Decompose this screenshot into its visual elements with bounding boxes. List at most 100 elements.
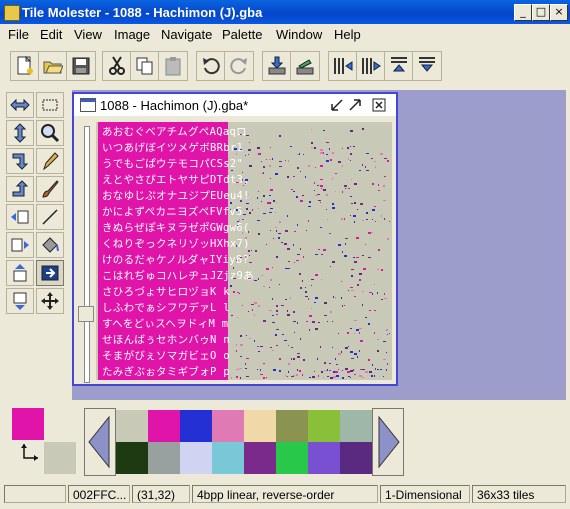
brush-icon[interactable]	[36, 176, 64, 202]
palette-color-cell[interactable]	[244, 410, 276, 442]
rotate-left-icon[interactable]	[6, 204, 34, 230]
redo-icon[interactable]	[224, 51, 254, 81]
rotate-up-icon[interactable]	[6, 260, 34, 286]
increase-height-icon[interactable]	[412, 51, 442, 81]
noise-pixel	[387, 238, 389, 240]
menu-edit[interactable]: Edit	[40, 27, 62, 42]
cut-icon[interactable]	[102, 51, 132, 81]
palette-color-cell[interactable]	[308, 410, 340, 442]
noise-pixel	[296, 196, 298, 198]
maximize-button[interactable]: □	[532, 4, 550, 21]
palette-color-cell[interactable]	[180, 410, 212, 442]
fill-bucket-icon[interactable]	[36, 232, 64, 258]
noise-pixel	[258, 191, 259, 192]
palette-color-cell[interactable]	[244, 442, 276, 474]
flip-icon[interactable]	[6, 176, 34, 202]
rotate-down-icon[interactable]	[6, 288, 34, 314]
noise-pixel	[270, 279, 272, 281]
palette-color-cell[interactable]	[116, 410, 148, 442]
rotate-right-icon[interactable]	[6, 232, 34, 258]
noise-pixel	[386, 369, 387, 371]
background-color-swatch[interactable]	[44, 442, 76, 474]
noise-pixel	[389, 333, 390, 334]
palette-color-cell[interactable]	[276, 442, 308, 474]
zoom-icon[interactable]	[36, 120, 64, 146]
palette-color-cell[interactable]	[212, 442, 244, 474]
noise-pixel	[351, 358, 354, 359]
noise-pixel	[351, 203, 353, 204]
noise-pixel	[326, 209, 327, 210]
palette-color-cell[interactable]	[340, 442, 372, 474]
noise-pixel	[323, 377, 324, 378]
palette-next-button[interactable]	[372, 408, 404, 476]
open-file-icon[interactable]	[38, 51, 68, 81]
noise-pixel	[342, 191, 343, 193]
close-frame-icon[interactable]	[372, 98, 386, 112]
palette-color-cell[interactable]	[340, 410, 372, 442]
noise-pixel	[239, 368, 242, 369]
increase-width-icon[interactable]	[356, 51, 386, 81]
noise-pixel	[348, 158, 349, 160]
new-file-icon[interactable]	[10, 51, 40, 81]
pencil-icon[interactable]	[36, 148, 64, 174]
decrease-height-icon[interactable]	[384, 51, 414, 81]
noise-pixel	[245, 179, 248, 181]
palette-color-cell[interactable]	[116, 442, 148, 474]
noise-pixel	[356, 329, 359, 331]
noise-pixel	[342, 377, 344, 379]
noise-pixel	[300, 248, 301, 250]
noise-pixel	[288, 363, 290, 365]
palette-color-cell[interactable]	[308, 442, 340, 474]
menu-file[interactable]: File	[8, 27, 29, 42]
copy-icon[interactable]	[130, 51, 160, 81]
menu-image[interactable]: Image	[114, 27, 150, 42]
noise-pixel	[365, 317, 367, 318]
noise-pixel	[273, 200, 275, 202]
line-icon[interactable]	[36, 204, 64, 230]
shift-horizontal-icon[interactable]	[6, 92, 34, 118]
noise-pixel	[269, 165, 271, 167]
palette-color-cell[interactable]	[148, 442, 180, 474]
maximize-frame-icon[interactable]	[348, 98, 362, 112]
noise-pixel	[336, 375, 339, 377]
color-picker-icon[interactable]	[36, 260, 64, 286]
noise-pixel	[240, 335, 242, 337]
save-icon[interactable]	[66, 51, 96, 81]
selection-icon[interactable]	[36, 92, 64, 118]
zoom-slider-thumb[interactable]	[78, 306, 94, 322]
import-icon[interactable]	[262, 51, 292, 81]
menu-help[interactable]: Help	[334, 27, 361, 42]
foreground-color-swatch[interactable]	[12, 408, 44, 440]
noise-pixel	[368, 323, 370, 325]
move-icon[interactable]	[36, 288, 64, 314]
undo-icon[interactable]	[196, 51, 226, 81]
noise-pixel	[315, 254, 318, 255]
noise-pixel	[276, 230, 277, 232]
palette-color-cell[interactable]	[180, 442, 212, 474]
paste-icon[interactable]	[158, 51, 188, 81]
mirror-icon[interactable]	[6, 148, 34, 174]
minimize-frame-icon[interactable]	[330, 98, 344, 112]
noise-pixel	[236, 350, 237, 352]
palette-color-cell[interactable]	[148, 410, 180, 442]
noise-pixel	[377, 369, 379, 370]
noise-pixel	[305, 176, 306, 178]
palette-prev-button[interactable]	[84, 408, 116, 476]
noise-pixel	[332, 178, 333, 180]
menu-window[interactable]: Window	[276, 27, 322, 42]
zoom-slider-track[interactable]	[84, 126, 90, 383]
shift-vertical-icon[interactable]	[6, 120, 34, 146]
decrease-width-icon[interactable]	[328, 51, 358, 81]
tile-canvas[interactable]: あおむぐべアチムグペAQaqロ いつあげぼイツメゲボBRbr1 うでもごぱウテモ…	[96, 122, 392, 380]
export-icon[interactable]	[290, 51, 320, 81]
close-button[interactable]: ×	[550, 4, 568, 21]
minimize-button[interactable]: _	[514, 4, 532, 21]
noise-pixel	[252, 209, 253, 211]
swap-colors-icon[interactable]	[20, 442, 42, 464]
menu-navigate[interactable]: Navigate	[161, 27, 212, 42]
menu-view[interactable]: View	[74, 27, 102, 42]
menu-palette[interactable]: Palette	[222, 27, 262, 42]
palette-color-cell[interactable]	[276, 410, 308, 442]
palette-color-cell[interactable]	[212, 410, 244, 442]
noise-pixel	[327, 369, 328, 371]
